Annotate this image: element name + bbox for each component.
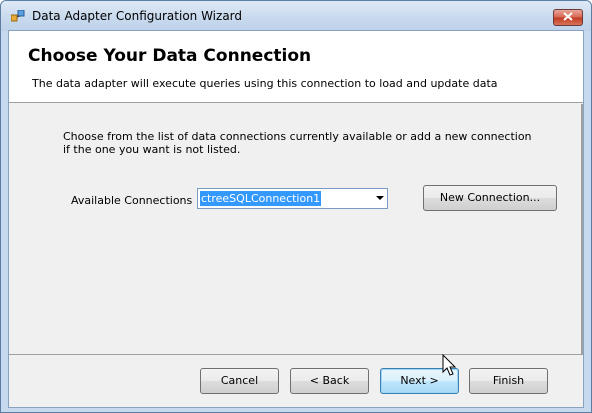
connections-selected-value: ctreeSQLConnection1 — [200, 191, 322, 206]
close-button[interactable] — [553, 9, 583, 26]
page-subtitle: The data adapter will execute queries us… — [32, 77, 498, 90]
wizard-client-area: Choose Your Data Connection The data ada… — [8, 30, 584, 408]
wizard-header: Choose Your Data Connection The data ada… — [9, 31, 583, 103]
connections-label: Available Connections : — [71, 194, 200, 207]
back-button[interactable]: < Back — [290, 368, 369, 394]
data-adapter-icon — [10, 9, 25, 24]
mouse-pointer-icon — [442, 353, 458, 378]
window-title: Data Adapter Configuration Wizard — [32, 9, 243, 23]
new-connection-button[interactable]: New Connection... — [423, 185, 557, 211]
cancel-button[interactable]: Cancel — [200, 368, 279, 394]
instruction-text: Choose from the list of data connections… — [63, 130, 532, 156]
finish-button[interactable]: Finish — [469, 368, 548, 394]
close-icon — [563, 11, 573, 24]
wizard-body: Choose from the list of data connections… — [9, 104, 583, 355]
connections-dropdown[interactable]: ctreeSQLConnection1 — [197, 188, 388, 209]
chevron-down-icon[interactable] — [376, 196, 384, 200]
title-bar[interactable]: Data Adapter Configuration Wizard — [1, 1, 591, 31]
wizard-window: Data Adapter Configuration Wizard Choose… — [0, 0, 592, 413]
page-title: Choose Your Data Connection — [28, 46, 312, 66]
